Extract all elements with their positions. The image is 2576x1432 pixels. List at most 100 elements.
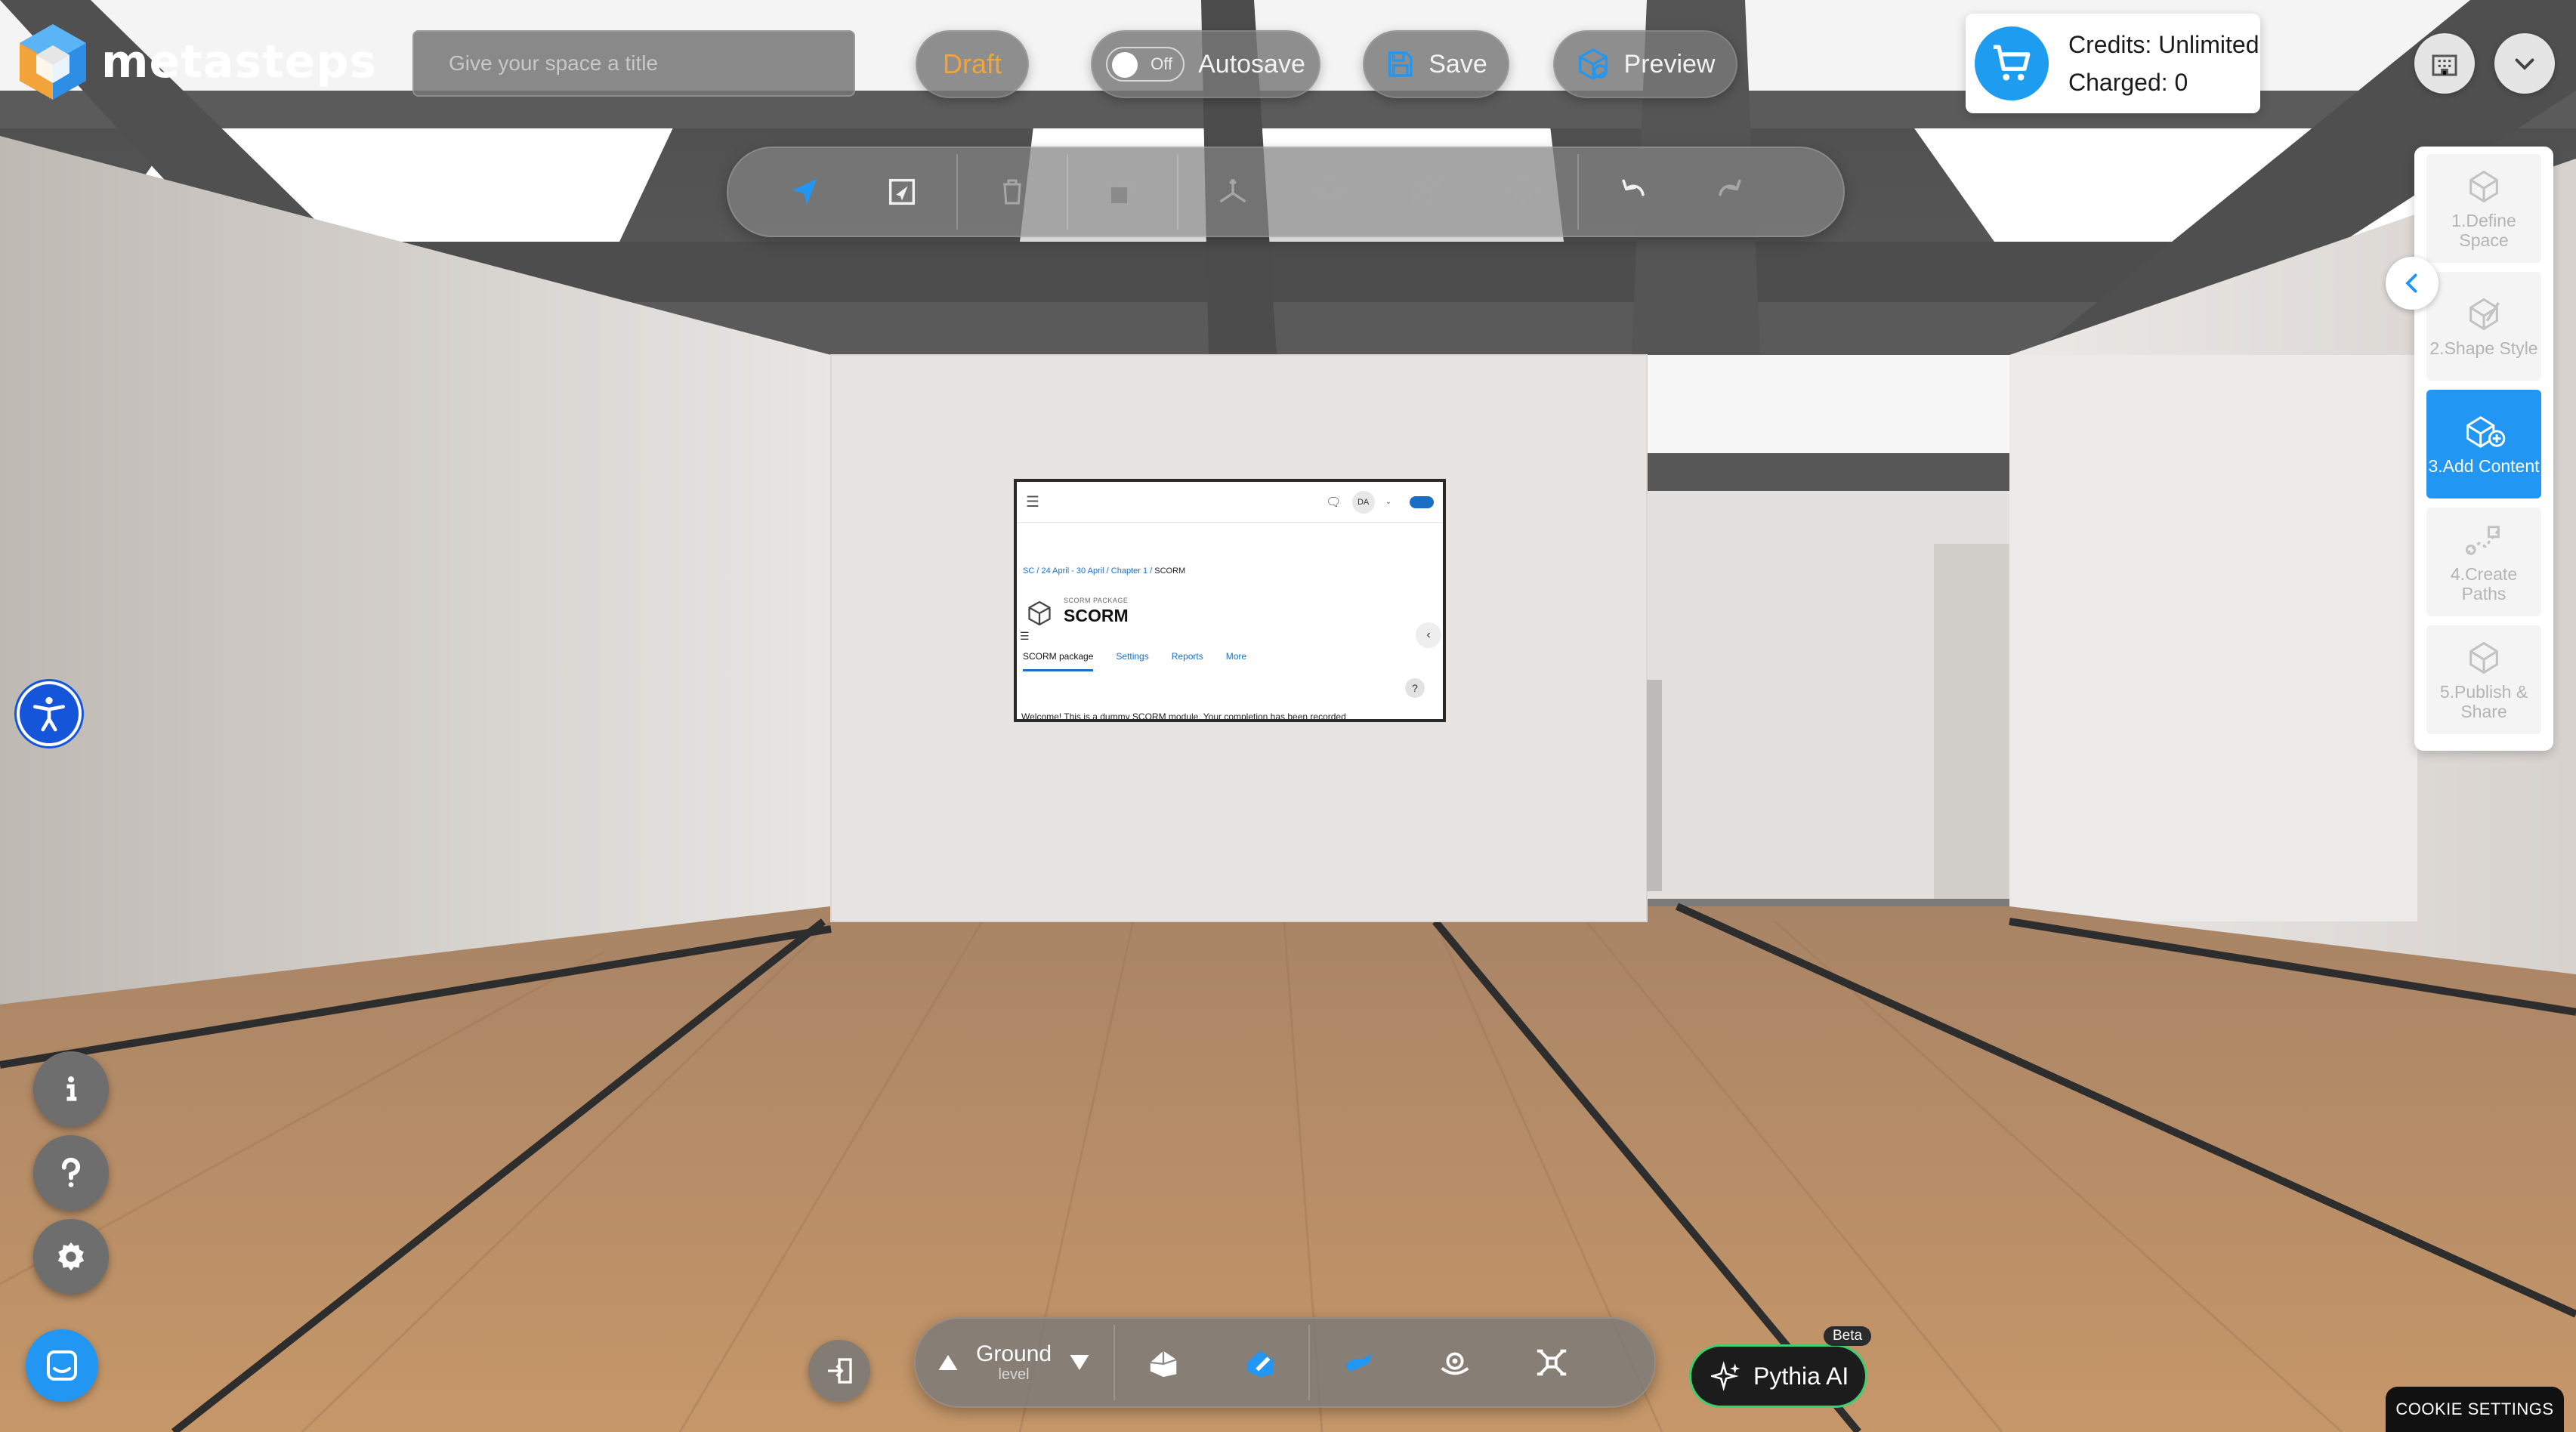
metasteps-logo-icon [20, 24, 86, 100]
charged-value: Charged: 0 [2068, 69, 2188, 96]
step-publish-share[interactable]: 5.Publish & Share [2426, 625, 2541, 734]
accessibility-button[interactable] [17, 681, 82, 746]
notification-icon: 🗨 [1326, 495, 1342, 509]
brand-logo[interactable]: metasteps [18, 23, 377, 101]
step-label: 1.Define Space [2451, 211, 2516, 250]
wall-screen-scorm[interactable]: ☰ 🗨 DA ⌄ SC / 24 April - 30 April / Chap… [1014, 479, 1446, 722]
step-label: 2.Shape Style [2429, 338, 2538, 358]
screen-tabs: SCORM package Settings Reports More [1023, 651, 1246, 671]
exit-door-icon [828, 1358, 852, 1384]
cookie-settings-button[interactable]: COOKIE SETTINGS [2386, 1387, 2564, 1432]
autosave-toggle[interactable]: Off [1106, 47, 1185, 82]
info-icon [66, 1076, 77, 1101]
screen-kicker: SCORM PACKAGE [1064, 597, 1129, 604]
level-up-icon[interactable] [937, 1351, 959, 1374]
step-define-space[interactable]: 1.Define Space [2426, 154, 2541, 263]
cube-publish-icon [2469, 641, 2498, 674]
toggle-state-label: Off [1151, 54, 1173, 73]
cube-define-icon [2469, 170, 2498, 203]
preview-button[interactable]: Preview [1553, 30, 1737, 98]
preview-cube-icon [1578, 48, 1608, 80]
rotate-tool[interactable] [1281, 154, 1378, 230]
step-shape-style[interactable]: 2.Shape Style [2426, 272, 2541, 381]
level-selector[interactable]: Ground level [937, 1341, 1113, 1384]
tab-settings: Settings [1116, 651, 1149, 662]
edit-mode-toggle [1410, 495, 1434, 508]
account-menu-button[interactable] [2494, 33, 2555, 94]
beta-badge: Beta [1824, 1326, 1872, 1346]
level-down-icon[interactable] [1068, 1351, 1091, 1374]
screen-avatar: DA [1351, 490, 1375, 514]
exit-button[interactable] [808, 1340, 870, 1402]
preview-label: Preview [1623, 49, 1716, 79]
workflow-steps-panel: 1.Define Space 2.Shape Style 3.Add Conte… [2414, 147, 2553, 751]
trash-icon [1003, 179, 1021, 205]
cube-add-icon [2466, 415, 2506, 449]
space-title-input[interactable] [412, 30, 855, 97]
brand-name: metasteps [101, 35, 378, 88]
credits-panel[interactable]: Credits: Unlimited Charged: 0 [1966, 14, 2260, 113]
place-tool[interactable] [854, 154, 950, 230]
pivot-tool[interactable] [1475, 154, 1571, 230]
drone-view-button[interactable] [1503, 1325, 1600, 1400]
drone-icon [1537, 1349, 1567, 1376]
draft-label: Draft [942, 48, 1002, 79]
save-label: Save [1429, 49, 1487, 79]
screen-title: SCORM [1064, 606, 1129, 625]
pythia-ai-button[interactable]: Pythia AI [1689, 1344, 1867, 1408]
chat-launcher-button[interactable] [26, 1329, 98, 1402]
screen-topbar: ☰ 🗨 DA ⌄ [1017, 482, 1443, 523]
package-icon [1028, 600, 1051, 626]
draft-status-button[interactable]: Draft [916, 30, 1029, 98]
scale-icon [1412, 177, 1441, 206]
step-label: 3.Add Content [2428, 456, 2540, 476]
save-icon [1388, 51, 1413, 77]
orbit-camera-icon [1441, 1352, 1469, 1375]
select-tool[interactable] [757, 154, 854, 230]
chevron-left-icon [2405, 273, 2417, 293]
walk-mode-button[interactable] [1310, 1325, 1407, 1400]
toggle-knob [1112, 52, 1138, 78]
undo-icon [1622, 179, 1645, 196]
autosave-label: Autosave [1198, 49, 1305, 79]
move-tool[interactable] [1185, 154, 1281, 230]
rotate-icon [1316, 178, 1343, 205]
help-icon: ? [1405, 678, 1425, 698]
home-view-button[interactable] [1115, 1325, 1212, 1400]
place-object-icon [888, 178, 916, 205]
chevron-down-icon [2515, 58, 2534, 70]
drawer-toggle-icon: ‹ [1416, 622, 1441, 648]
autosave-control[interactable]: Off Autosave [1091, 30, 1320, 98]
duplicate-icon [1109, 179, 1135, 205]
undo-button[interactable] [1585, 154, 1682, 230]
step-create-paths[interactable]: 4.Create Paths [2426, 508, 2541, 616]
redo-icon [1719, 179, 1741, 196]
credits-value: Credits: Unlimited [2068, 31, 2259, 58]
level-sub: level [998, 1366, 1030, 1383]
bottom-toolbar: Ground level [914, 1317, 1656, 1408]
building-button[interactable] [2414, 33, 2475, 94]
sparkle-icon [1711, 1361, 1740, 1391]
scale-tool[interactable] [1378, 154, 1475, 230]
tab-more: More [1225, 651, 1247, 662]
edit-room-button[interactable] [1212, 1325, 1308, 1400]
step-add-content[interactable]: 3.Add Content [2426, 390, 2541, 498]
info-button[interactable] [33, 1051, 109, 1127]
collapse-steps-button[interactable] [2386, 257, 2439, 310]
help-button[interactable] [33, 1135, 109, 1211]
index-icon: ☰ [1020, 630, 1030, 642]
select-arrow-icon [792, 178, 817, 205]
duplicate-tool[interactable] [1074, 154, 1171, 230]
step-label: 4.Create Paths [2450, 564, 2518, 603]
chevron-down-icon: ⌄ [1385, 498, 1391, 506]
toolbar-divider [1577, 154, 1579, 230]
camera-orbit-button[interactable] [1407, 1325, 1503, 1400]
save-button[interactable]: Save [1363, 30, 1509, 98]
screen-breadcrumb: SC / 24 April - 30 April / Chapter 1 / S… [1023, 566, 1186, 576]
toolbar-divider [1177, 154, 1178, 230]
redo-button[interactable] [1682, 154, 1778, 230]
building-icon [2432, 54, 2457, 76]
cube-style-icon [2469, 298, 2500, 331]
delete-tool[interactable] [964, 154, 1061, 230]
settings-button[interactable] [33, 1219, 109, 1295]
